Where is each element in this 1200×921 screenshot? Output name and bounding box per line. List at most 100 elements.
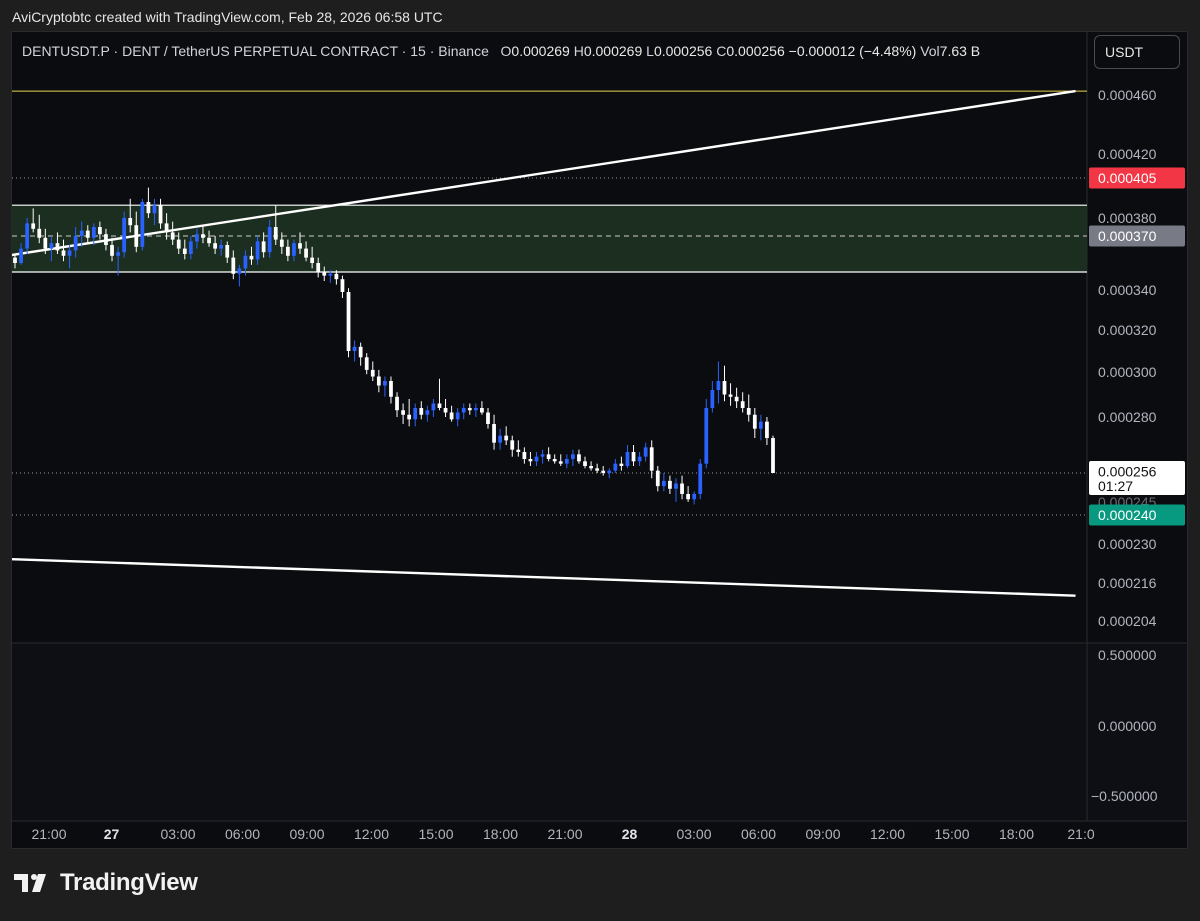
candle-body <box>504 435 509 441</box>
candle-body <box>692 494 697 500</box>
candle-body <box>122 218 127 253</box>
candle-body <box>201 234 205 238</box>
time-axis-label: 06:00 <box>225 826 260 842</box>
candle-body <box>110 245 114 256</box>
candle-body <box>631 452 636 462</box>
time-axis-label: 15:00 <box>934 826 969 842</box>
brand-name: TradingView <box>60 869 198 896</box>
time-axis-label: 15:00 <box>418 826 453 842</box>
candle-body <box>577 454 581 462</box>
candle-body <box>231 257 236 274</box>
candle-body <box>152 205 157 214</box>
candle-body <box>540 454 545 457</box>
candle-body <box>91 227 96 238</box>
price-badge-countdown: 01:27 <box>1098 478 1133 494</box>
candle-body <box>564 459 569 464</box>
price-axis-label: 0.000380 <box>1098 210 1157 226</box>
candle-body <box>31 223 36 229</box>
time-axis-label: 12:00 <box>354 826 389 842</box>
time-axis-label: 27 <box>104 826 120 842</box>
time-axis-label: 21:00 <box>547 826 582 842</box>
interval-label[interactable]: 15 <box>410 43 426 59</box>
candle-body <box>292 243 296 256</box>
candle-body <box>273 227 278 240</box>
candle-body <box>85 230 90 238</box>
candle-body <box>116 252 120 256</box>
candle-body <box>455 412 460 420</box>
candle-body <box>195 234 199 242</box>
chart-area[interactable]: 0.000460 0.000420 0.000380 0.000340 0.000320… <box>11 31 1188 849</box>
candle-body <box>546 454 551 459</box>
candle-body <box>771 438 775 473</box>
open-value: 0.000269 <box>511 43 570 59</box>
price-badge-label: 0.000405 <box>1098 170 1157 186</box>
candle-body <box>643 447 648 457</box>
candle-body <box>431 403 436 411</box>
candle-body <box>486 412 490 424</box>
indicator-axis-label: 0.000000 <box>1098 718 1157 734</box>
candle-body <box>607 470 612 473</box>
candle-body <box>746 408 751 415</box>
candle-body <box>104 234 108 245</box>
symbol-description: DENT / TetherUS PERPETUAL CONTRACT <box>122 43 398 59</box>
candle-body <box>498 435 502 443</box>
time-axis-label: 12:00 <box>870 826 905 842</box>
candle-body <box>237 268 242 274</box>
candle-body <box>461 408 466 413</box>
candle-body <box>25 223 30 249</box>
candle-body <box>413 408 418 420</box>
candle-body <box>310 257 315 263</box>
candle-body <box>298 243 302 249</box>
candle-body <box>376 376 381 386</box>
price-axis-label: 0.000300 <box>1098 364 1157 380</box>
candle-body <box>334 273 339 280</box>
change-value: −0.000012 (−4.48%) <box>788 43 917 59</box>
time-axis-label: 03:00 <box>676 826 711 842</box>
price-axis-label: 0.000216 <box>1098 575 1157 591</box>
price-badge-label: 0.000370 <box>1098 228 1157 244</box>
indicator-axis-label: −0.500000 <box>1091 788 1158 804</box>
price-chart[interactable]: 0.000460 0.000420 0.000380 0.000340 0.000320… <box>12 32 1188 849</box>
price-pane-bg <box>12 32 1187 643</box>
open-label: O <box>500 43 512 59</box>
candle-body <box>370 369 375 377</box>
candle-body <box>419 408 424 415</box>
price-axis-label: 0.000280 <box>1098 409 1157 425</box>
price-axis-label: 0.000320 <box>1098 322 1157 338</box>
candle-body <box>758 421 763 429</box>
candle-body <box>316 263 321 272</box>
price-axis-label: 0.000460 <box>1098 87 1157 103</box>
candle-body <box>734 396 739 402</box>
volume-value: 7.63 B <box>939 43 981 59</box>
candle-body <box>680 483 684 494</box>
candle-body <box>213 243 217 249</box>
candle-body <box>73 236 78 251</box>
candle-body <box>534 456 539 462</box>
candle-body <box>328 273 333 276</box>
candle-body <box>425 410 430 415</box>
candle-body <box>249 255 254 260</box>
candle-body <box>219 245 224 249</box>
currency-button[interactable]: USDT <box>1094 35 1180 69</box>
candle-body <box>43 237 48 249</box>
candle-body <box>552 459 557 462</box>
candle-body <box>698 463 703 494</box>
candle-body <box>146 202 151 214</box>
price-axis-label: 0.000420 <box>1098 146 1157 162</box>
candle-body <box>261 241 266 253</box>
separator-dot-1: · <box>113 43 123 59</box>
candle-body <box>558 461 563 464</box>
candle-body <box>49 243 54 249</box>
time-axis-label: 09:00 <box>805 826 840 842</box>
indicator-pane-bg <box>12 643 1187 821</box>
candle-body <box>686 494 690 500</box>
symbol-name[interactable]: DENTUSDT.P <box>22 43 110 59</box>
candle-body <box>625 452 630 466</box>
candle-body <box>740 401 745 408</box>
candle-body <box>13 257 17 263</box>
brand-footer[interactable]: TradingView <box>14 869 198 897</box>
time-axis-label: 06:00 <box>741 826 776 842</box>
candle-body <box>528 459 533 462</box>
close-value: 0.000256 <box>726 43 785 59</box>
candle-body <box>243 255 248 269</box>
